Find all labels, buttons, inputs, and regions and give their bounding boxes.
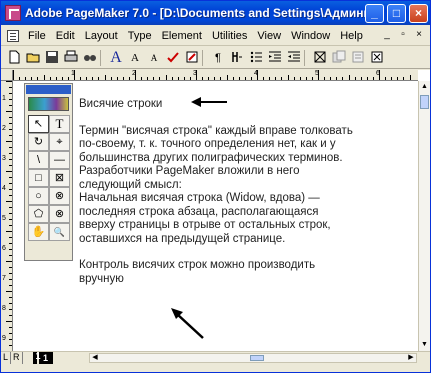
new-icon[interactable] bbox=[5, 49, 23, 67]
outdent-icon[interactable] bbox=[285, 49, 303, 67]
menu-type[interactable]: Type bbox=[123, 30, 157, 42]
print2-icon[interactable] bbox=[349, 49, 367, 67]
horizontal-scrollbar[interactable]: ◀ ▶ bbox=[89, 353, 417, 363]
maximize-button[interactable]: □ bbox=[387, 4, 406, 23]
pagemaker-app-icon[interactable] bbox=[5, 5, 21, 21]
menu-window[interactable]: Window bbox=[286, 30, 335, 42]
menu-utilities[interactable]: Utilities bbox=[207, 30, 252, 42]
page-icon-left-edge bbox=[32, 351, 41, 364]
menu-view[interactable]: View bbox=[252, 30, 286, 42]
menu-edit[interactable]: Edit bbox=[51, 30, 80, 42]
open-icon[interactable] bbox=[24, 49, 42, 67]
page-number-icon[interactable]: 1 bbox=[38, 351, 53, 364]
window-title: Adobe PageMaker 7.0 - [D:\Documents and … bbox=[25, 6, 381, 20]
print-icon[interactable] bbox=[62, 49, 80, 67]
toolbar: A A A ¶ bbox=[1, 47, 430, 69]
minimize-button[interactable]: _ bbox=[365, 4, 384, 23]
zoom-icon[interactable] bbox=[368, 49, 386, 67]
toolbar-separator bbox=[304, 49, 309, 66]
find-icon[interactable] bbox=[81, 49, 99, 67]
menu-file[interactable]: File bbox=[23, 30, 51, 42]
title-bar[interactable]: Adobe PageMaker 7.0 - [D:\Documents and … bbox=[1, 1, 430, 25]
bullets-icon[interactable] bbox=[247, 49, 265, 67]
indent-icon[interactable] bbox=[266, 49, 284, 67]
pagemaker-window: Adobe PageMaker 7.0 - [D:\Documents and … bbox=[0, 0, 431, 373]
doc-close-button[interactable]: × bbox=[412, 29, 426, 42]
toolbar-separator bbox=[202, 49, 207, 66]
bottom-bar: L R 1 ◀ ▶ bbox=[1, 351, 430, 364]
type-size-up-icon[interactable]: A bbox=[107, 49, 125, 67]
left-master-page-tab[interactable]: L bbox=[1, 351, 12, 364]
document-area[interactable]: 1 2 3 4 5 6 1 2 3 4 5 6 7 8 9 ▲ ▼ ↖ T ↻ … bbox=[1, 70, 430, 364]
document-menu-icon[interactable] bbox=[7, 29, 19, 42]
control-pointer-arrow bbox=[171, 308, 204, 339]
color-icon[interactable] bbox=[183, 49, 201, 67]
scroll-right-arrow-icon[interactable]: ▶ bbox=[406, 353, 416, 361]
frame-icon[interactable] bbox=[311, 49, 329, 67]
layers-icon[interactable] bbox=[330, 49, 348, 67]
menu-bar: File Edit Layout Type Element Utilities … bbox=[1, 26, 430, 46]
subscript-icon[interactable]: A bbox=[145, 49, 163, 67]
document-window-controls: _ ▫ × bbox=[380, 29, 426, 42]
horizontal-scroll-thumb[interactable] bbox=[250, 355, 264, 361]
annotation-arrows bbox=[171, 97, 227, 339]
save-icon[interactable] bbox=[43, 49, 61, 67]
menu-element[interactable]: Element bbox=[157, 30, 207, 42]
columns-icon[interactable] bbox=[228, 49, 246, 67]
close-button[interactable]: × bbox=[409, 4, 428, 23]
toolbar-separator bbox=[100, 49, 105, 66]
heading-pointer-arrow bbox=[191, 97, 227, 107]
doc-minimize-button[interactable]: _ bbox=[380, 29, 394, 42]
superscript-icon[interactable]: A bbox=[126, 49, 144, 67]
menu-layout[interactable]: Layout bbox=[80, 30, 123, 42]
doc-restore-button[interactable]: ▫ bbox=[396, 29, 410, 42]
menu-help[interactable]: Help bbox=[335, 30, 368, 42]
scroll-left-arrow-icon[interactable]: ◀ bbox=[90, 353, 100, 361]
paragraph-icon[interactable]: ¶ bbox=[209, 49, 227, 67]
right-master-page-tab[interactable]: R bbox=[11, 351, 23, 364]
spell-check-icon[interactable] bbox=[164, 49, 182, 67]
